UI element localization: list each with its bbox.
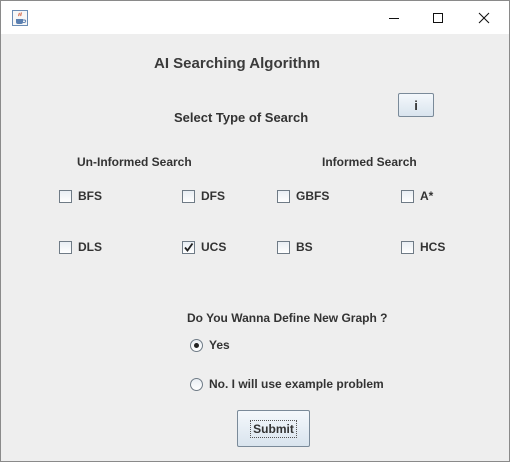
main-panel: AI Searching Algorithm i Select Type of …: [1, 34, 509, 461]
submit-button[interactable]: Submit: [237, 410, 310, 447]
search-type-label: Select Type of Search: [174, 110, 309, 125]
checkbox-bfs[interactable]: BFS: [59, 189, 102, 203]
checkbox-bs[interactable]: BS: [277, 240, 313, 254]
page-title: AI Searching Algorithm: [154, 55, 321, 72]
radio-circle[interactable]: [190, 338, 203, 352]
minimize-icon: [389, 17, 399, 19]
close-button[interactable]: [461, 1, 507, 34]
checkbox-a-star[interactable]: A*: [401, 189, 433, 203]
checkbox-label: GBFS: [296, 189, 330, 203]
checkbox-label: A*: [420, 189, 434, 203]
maximize-button[interactable]: [415, 1, 461, 34]
checkbox-box[interactable]: [182, 189, 195, 203]
define-graph-question: Do You Wanna Define New Graph ?: [187, 311, 388, 325]
checkbox-label: BFS: [78, 189, 102, 203]
java-cup-icon: [12, 10, 28, 26]
checkbox-label: HCS: [420, 240, 446, 254]
checkbox-box[interactable]: [277, 189, 290, 203]
checkbox-box[interactable]: [277, 240, 290, 254]
radio-label: Yes: [209, 338, 230, 352]
checkbox-box[interactable]: [59, 189, 72, 203]
checkbox-label: BS: [296, 240, 313, 254]
informed-search-label: Informed Search: [322, 155, 417, 169]
radio-no[interactable]: No. I will use example problem: [190, 377, 384, 391]
checkbox-box[interactable]: [182, 240, 195, 254]
checkbox-label: UCS: [201, 240, 227, 254]
checkmark-icon: [184, 242, 194, 252]
maximize-icon: [433, 12, 443, 23]
checkbox-box[interactable]: [401, 189, 414, 203]
checkbox-ucs[interactable]: UCS: [182, 240, 226, 254]
info-button[interactable]: i: [398, 93, 434, 117]
checkbox-dfs[interactable]: DFS: [182, 189, 225, 203]
radio-yes[interactable]: Yes: [190, 338, 230, 352]
checkbox-dls[interactable]: DLS: [59, 240, 102, 254]
checkbox-label: DFS: [201, 189, 225, 203]
checkbox-gbfs[interactable]: GBFS: [277, 189, 329, 203]
close-icon: [478, 12, 490, 23]
checkbox-box[interactable]: [59, 240, 72, 254]
title-bar: [1, 1, 509, 34]
uninformed-search-label: Un-Informed Search: [77, 155, 192, 169]
checkbox-label: DLS: [78, 240, 102, 254]
radio-selected-dot: [194, 342, 199, 348]
radio-label: No. I will use example problem: [209, 377, 384, 391]
minimize-button[interactable]: [371, 1, 417, 34]
submit-button-label: Submit: [250, 419, 297, 438]
app-window: AI Searching Algorithm i Select Type of …: [0, 0, 510, 462]
radio-circle[interactable]: [190, 377, 203, 391]
checkbox-hcs[interactable]: HCS: [401, 240, 445, 254]
checkbox-box[interactable]: [401, 240, 414, 254]
